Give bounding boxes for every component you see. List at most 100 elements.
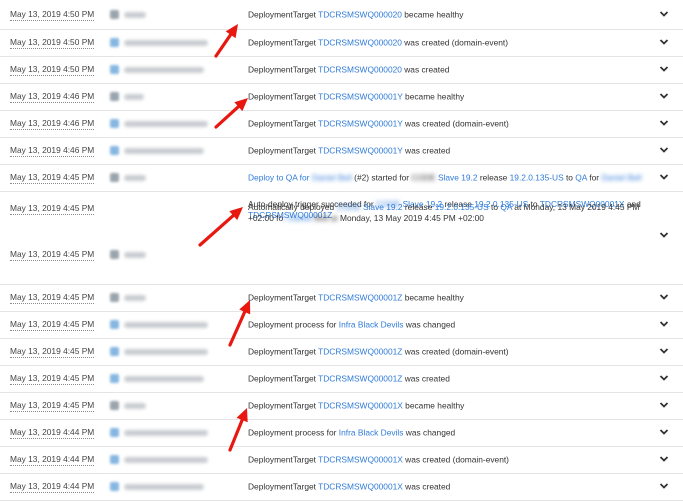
event-link[interactable]: TDCRSMSWQ00001X bbox=[318, 455, 403, 465]
redacted-username bbox=[124, 175, 146, 181]
event-row[interactable]: May 13, 2019 4:45 PM Automatically deploy… bbox=[0, 202, 683, 285]
event-link[interactable]: TDCRSMSWQ00001Z bbox=[318, 347, 402, 357]
event-link[interactable]: TDCRSMSWQ00001X bbox=[318, 401, 403, 411]
avatar bbox=[110, 249, 119, 259]
avatar bbox=[110, 293, 119, 302]
event-row[interactable]: May 13, 2019 4:45 PM DeploymentTarget TDC… bbox=[0, 393, 683, 420]
event-link[interactable]: TDCRSMSWQ000020 bbox=[318, 38, 402, 48]
event-text: became healthy bbox=[402, 400, 465, 411]
event-text: became healthy bbox=[401, 9, 464, 19]
event-link[interactable]: TDCRSMSWQ00001Z bbox=[318, 374, 402, 384]
chevron-down-icon[interactable] bbox=[659, 38, 669, 46]
chevron-down-icon[interactable] bbox=[659, 173, 669, 181]
event-row[interactable]: May 13, 2019 4:46 PM DeploymentTarget TDC… bbox=[0, 84, 683, 111]
event-link[interactable]: TDCRSMSWQ00001Z bbox=[318, 293, 402, 303]
event-row[interactable]: May 13, 2019 4:45 PM Deployment process f… bbox=[0, 312, 683, 339]
event-text: was created bbox=[402, 373, 450, 384]
redacted-username bbox=[124, 121, 208, 127]
avatar bbox=[110, 374, 119, 383]
event-text: was changed bbox=[403, 427, 456, 438]
event-row[interactable]: May 13, 2019 4:50 PM DeploymentTarget TDC… bbox=[0, 0, 683, 30]
event-row[interactable]: May 13, 2019 4:44 PM Deployment process f… bbox=[0, 420, 683, 447]
avatar bbox=[110, 320, 119, 329]
event-link[interactable]: Deploy to QA for bbox=[248, 173, 312, 183]
event-text: DeploymentTarget bbox=[248, 64, 319, 75]
event-message: DeploymentTarget TDCRSMSWQ00001Y became … bbox=[248, 92, 643, 103]
event-link[interactable]: Daniel Bell bbox=[601, 173, 641, 183]
avatar bbox=[110, 38, 119, 47]
event-text: (#2) started for bbox=[351, 172, 412, 183]
event-timestamp: May 13, 2019 4:45 PM bbox=[10, 202, 95, 215]
event-link[interactable]: QA bbox=[575, 173, 587, 183]
event-message: DeploymentTarget TDCRSMSWQ00001X was cre… bbox=[248, 482, 643, 493]
event-text: Deployment process for bbox=[248, 319, 339, 330]
event-text: DeploymentTarget bbox=[248, 37, 319, 48]
chevron-down-icon[interactable] bbox=[659, 92, 669, 100]
event-row[interactable]: May 13, 2019 4:44 PM DeploymentTarget TDC… bbox=[0, 447, 683, 474]
event-link[interactable]: Slave 19.2 bbox=[438, 173, 478, 183]
event-row[interactable]: May 13, 2019 4:45 PM DeploymentTarget TDC… bbox=[0, 339, 683, 366]
event-timestamp: May 13, 2019 4:45 PM bbox=[10, 400, 95, 412]
chevron-down-icon[interactable] bbox=[659, 320, 669, 328]
chevron-down-icon[interactable] bbox=[659, 428, 669, 436]
event-row[interactable]: May 13, 2019 4:45 PM Deploy to QA for Dan… bbox=[0, 165, 683, 192]
avatar bbox=[110, 401, 119, 410]
chevron-down-icon[interactable] bbox=[659, 374, 669, 382]
chevron-down-icon[interactable] bbox=[659, 293, 669, 301]
event-row[interactable]: May 13, 2019 4:46 PM DeploymentTarget TDC… bbox=[0, 111, 683, 138]
chevron-down-icon[interactable] bbox=[659, 455, 669, 463]
avatar bbox=[110, 146, 119, 155]
event-link[interactable]: Daniel Bell bbox=[312, 173, 352, 183]
event-timestamp: May 13, 2019 4:50 PM bbox=[10, 37, 95, 49]
event-link[interactable]: TDCRSMSWQ00001X bbox=[318, 482, 403, 492]
event-text: release bbox=[477, 172, 510, 183]
avatar bbox=[110, 173, 119, 182]
event-text: DeploymentTarget bbox=[248, 400, 319, 411]
event-row[interactable]: May 13, 2019 4:45 PM DeploymentTarget TDC… bbox=[0, 285, 683, 312]
event-timestamp: May 13, 2019 4:45 PM bbox=[10, 373, 95, 385]
chevron-down-icon[interactable] bbox=[659, 119, 669, 127]
event-row[interactable]: May 13, 2019 4:45 PM DeploymentTarget TDC… bbox=[0, 366, 683, 393]
redacted-username bbox=[124, 251, 146, 258]
event-link[interactable]: TDCRSMSWQ00001Y bbox=[318, 146, 403, 156]
event-message: DeploymentTarget TDCRSMSWQ000020 was cre… bbox=[248, 38, 643, 49]
event-row[interactable]: May 13, 2019 4:50 PM DeploymentTarget TDC… bbox=[0, 57, 683, 84]
event-text: became healthy bbox=[402, 292, 464, 303]
event-timestamp: May 13, 2019 4:45 PM bbox=[10, 248, 95, 261]
event-link[interactable]: Infra Black Devils bbox=[339, 320, 404, 330]
event-message: DeploymentTarget TDCRSMSWQ000020 was cre… bbox=[248, 65, 643, 76]
event-link[interactable]: TDCRSMSWQ00001Y bbox=[318, 119, 403, 129]
event-link[interactable]: Slave 19.2 bbox=[363, 202, 403, 212]
event-text: was created (domain-event) bbox=[402, 346, 509, 357]
chevron-down-icon[interactable] bbox=[659, 10, 669, 18]
chevron-down-icon[interactable] bbox=[659, 482, 669, 490]
event-link[interactable]: QA bbox=[500, 202, 512, 212]
redacted-username bbox=[124, 67, 204, 73]
event-row[interactable]: May 13, 2019 4:50 PM DeploymentTarget TDC… bbox=[0, 30, 683, 57]
event-message: DeploymentTarget TDCRSMSWQ00001Z was cre… bbox=[248, 374, 643, 385]
avatar bbox=[110, 92, 119, 101]
event-timestamp: May 13, 2019 4:50 PM bbox=[10, 64, 95, 76]
event-message: DeploymentTarget TDCRSMSWQ00001X was cre… bbox=[248, 455, 643, 466]
event-text: to bbox=[488, 202, 501, 212]
chevron-down-icon[interactable] bbox=[659, 347, 669, 355]
event-link[interactable]: 19.2.0.135-US bbox=[435, 202, 489, 212]
event-text: DeploymentTarget bbox=[248, 481, 319, 492]
event-link[interactable]: 19.2.0.135-US bbox=[510, 173, 564, 183]
event-link[interactable]: Infra Black Devils bbox=[339, 428, 404, 438]
event-link[interactable]: r Daniel bbox=[283, 213, 312, 223]
chevron-down-icon[interactable] bbox=[659, 401, 669, 409]
event-message: DeploymentTarget TDCRSMSWQ000020 became … bbox=[248, 9, 643, 20]
event-link[interactable]: TDCRSMSWQ000020 bbox=[318, 65, 402, 75]
chevron-down-icon[interactable] bbox=[659, 65, 669, 73]
event-row[interactable]: May 13, 2019 4:46 PM DeploymentTarget TDC… bbox=[0, 138, 683, 165]
event-link[interactable]: TDCRSMSWQ00001Y bbox=[318, 92, 403, 102]
event-row[interactable]: May 13, 2019 4:44 PM DeploymentTarget TDC… bbox=[0, 474, 683, 501]
event-link[interactable]: CODE bbox=[336, 202, 360, 212]
event-text: for bbox=[586, 172, 602, 183]
event-link[interactable]: TDCRSMSWQ000020 bbox=[318, 9, 402, 19]
event-text: Automatically deployed bbox=[248, 202, 337, 212]
event-text: was created (domain-event) bbox=[402, 454, 509, 465]
event-text: CODE bbox=[411, 172, 436, 183]
chevron-down-icon[interactable] bbox=[659, 146, 669, 154]
